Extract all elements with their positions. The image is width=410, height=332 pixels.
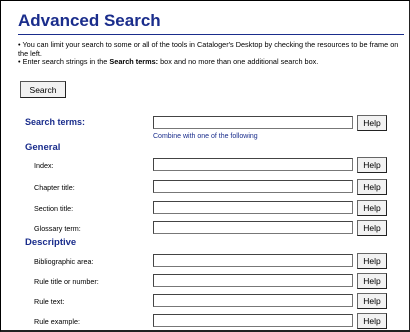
glossary-term-input[interactable] [153,221,353,234]
descriptive-heading: Descriptive [25,237,77,248]
glossary-term-help-button[interactable]: Help [357,220,387,236]
instruction-line-1: • You can limit your search to some or a… [18,40,399,58]
rule-example-label: Rule example: [34,317,80,326]
bibliographic-area-label: Bibliographic area: [34,257,94,266]
section-title-input[interactable] [153,201,353,214]
chapter-title-label: Chapter title: [34,183,75,192]
rule-example-input[interactable] [153,314,353,327]
general-heading: General [25,142,61,153]
glossary-term-label: Glossary term: [34,224,81,233]
rule-example-help-button[interactable]: Help [357,313,387,329]
instruction-text-2b: Search terms: [109,57,159,67]
rule-title-help-button[interactable]: Help [357,273,387,289]
bibliographic-area-input[interactable] [153,254,353,267]
chapter-title-input[interactable] [153,180,353,193]
instruction-line-2: • Enter search strings in the Search ter… [18,57,319,67]
rule-text-input[interactable] [153,294,353,307]
instructions: • You can limit your search to some or a… [18,40,408,67]
combine-hint: Combine with one of the following [153,133,258,140]
advanced-search-page: Advanced Search • You can limit your sea… [0,0,410,332]
rule-title-input[interactable] [153,274,353,287]
index-label: Index: [34,161,54,170]
search-button[interactable]: Search [20,81,66,98]
rule-text-label: Rule text: [34,297,65,306]
section-title-label: Section title: [34,204,74,213]
rule-title-label: Rule title or number: [34,277,99,286]
page-title: Advanced Search [18,11,161,30]
title-divider [18,34,404,35]
search-terms-input[interactable] [153,116,353,129]
index-help-button[interactable]: Help [357,157,387,173]
index-input[interactable] [153,158,353,171]
section-title-help-button[interactable]: Help [357,200,387,216]
rule-text-help-button[interactable]: Help [357,293,387,309]
search-terms-label: Search terms: [25,117,86,127]
instruction-text-2c: box and no more than one additional sear… [160,57,319,67]
instruction-text-2a: Enter search strings in the [22,57,108,67]
chapter-title-help-button[interactable]: Help [357,179,387,195]
instruction-text-1: You can limit your search to some or all… [18,40,399,58]
search-terms-help-button[interactable]: Help [357,115,387,131]
bibliographic-area-help-button[interactable]: Help [357,253,387,269]
